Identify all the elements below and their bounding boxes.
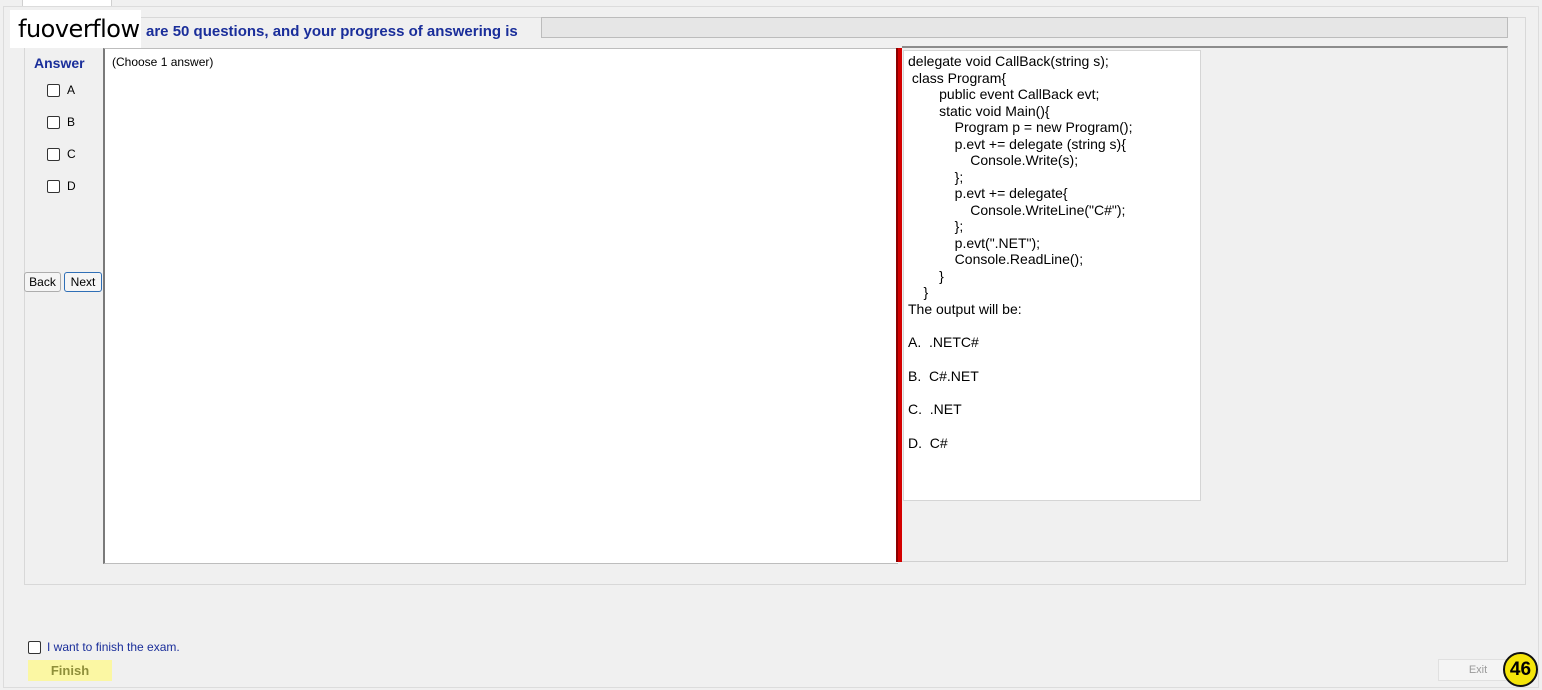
question-prompt: The output will be: <box>908 300 1022 317</box>
question-number-badge: 46 <box>1503 652 1538 687</box>
next-button[interactable]: Next <box>64 272 102 292</box>
code-line: } <box>908 267 944 284</box>
choice-d: D. C# <box>908 434 948 451</box>
option-d-checkbox[interactable]: D <box>47 179 76 193</box>
code-line: p.evt += delegate (string s){ <box>908 135 1126 152</box>
checkbox-icon[interactable] <box>47 147 60 161</box>
code-line: }; <box>908 218 964 234</box>
choice-b: B. C#.NET <box>908 367 979 384</box>
watermark: fuoverflow <box>10 10 141 48</box>
option-a-label: A <box>67 83 76 97</box>
back-button[interactable]: Back <box>24 272 61 292</box>
option-a-checkbox[interactable]: A <box>47 83 75 97</box>
answer-label: Answer <box>34 55 85 71</box>
code-line: static void Main(){ <box>908 102 1050 119</box>
checkbox-icon[interactable] <box>47 83 60 97</box>
checkbox-icon[interactable] <box>47 179 60 193</box>
choice-c: C. .NET <box>908 401 962 417</box>
code-line: public event CallBack evt; <box>908 86 1100 102</box>
code-line: Console.WriteLine("C#"); <box>908 201 1126 218</box>
checkbox-icon[interactable] <box>28 640 41 654</box>
checkbox-icon[interactable] <box>47 115 60 129</box>
code-line: p.evt += delegate{ <box>908 185 1068 201</box>
question-panel: (Choose 1 answer) <box>103 48 898 564</box>
code-line: class Program{ <box>908 69 1007 86</box>
code-line: } <box>908 284 929 300</box>
finish-exam-label: I want to finish the exam. <box>47 640 180 654</box>
option-b-label: B <box>67 115 76 129</box>
option-c-checkbox[interactable]: C <box>47 147 76 161</box>
option-c-label: C <box>67 147 76 161</box>
code-line: Program p = new Program(); <box>908 119 1133 135</box>
option-d-label: D <box>67 179 76 193</box>
finish-button[interactable]: Finish <box>28 660 112 681</box>
finish-exam-checkbox[interactable]: I want to finish the exam. <box>28 640 180 654</box>
code-line: delegate void CallBack(string s); <box>908 53 1109 69</box>
code-line: Console.ReadLine(); <box>908 251 1084 267</box>
progress-text: are 50 questions, and your progress of a… <box>146 23 518 40</box>
progress-bar <box>541 17 1508 38</box>
code-line: }; <box>908 168 964 185</box>
choose-instruction: (Choose 1 answer) <box>112 55 214 69</box>
code-line: Console.Write(s); <box>908 152 1079 168</box>
choice-a: A. .NETC# <box>908 334 979 350</box>
code-line: p.evt(".NET"); <box>908 234 1041 251</box>
question-content: delegate void CallBack(string s); class … <box>903 50 1201 501</box>
option-b-checkbox[interactable]: B <box>47 115 75 129</box>
